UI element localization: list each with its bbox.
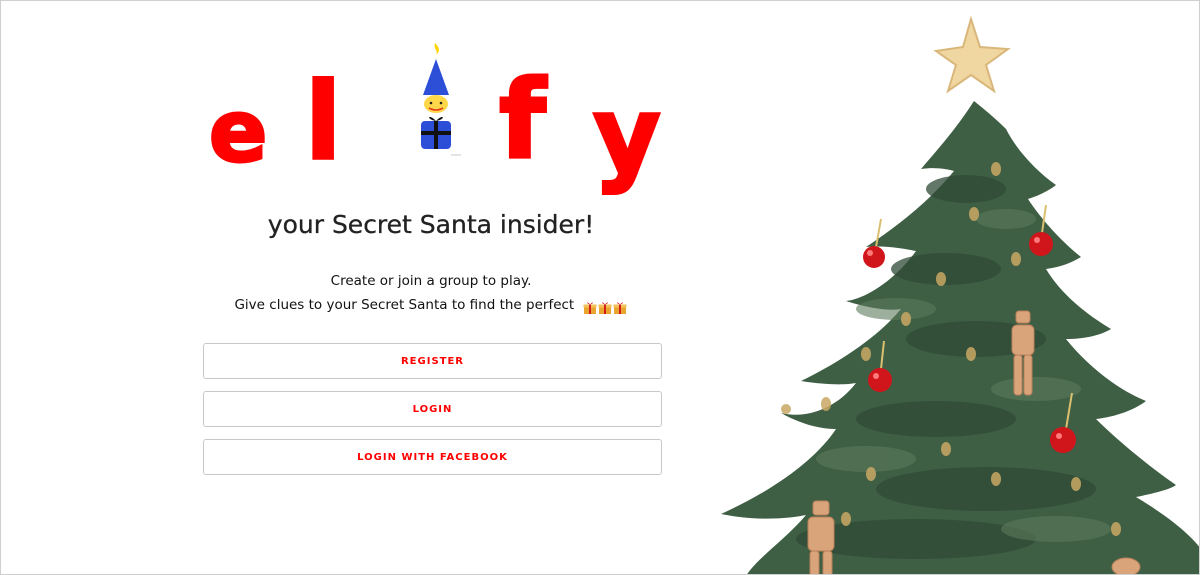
- description-line-1: Create or join a group to play.: [330, 273, 532, 289]
- elf-icon: [421, 43, 461, 156]
- page: e l f y your Secret Santa insider! Creat…: [0, 0, 1200, 575]
- description-line-2-text: Give clues to your Secret Santa to find …: [234, 297, 575, 313]
- logo-letter-y: y: [592, 74, 663, 196]
- login-with-facebook-button[interactable]: LOGIN WITH FACEBOOK: [203, 439, 662, 475]
- elfy-logo: e l f y: [201, 37, 671, 196]
- christmas-tree-illustration: [721, 15, 1199, 574]
- gift-icon: [583, 302, 597, 314]
- logo-letter-l: l: [303, 60, 342, 183]
- gift-emoji-group: [583, 300, 628, 316]
- gift-icon: [613, 302, 627, 314]
- tagline: your Secret Santa insider!: [267, 210, 595, 239]
- description-line-2: Give clues to your Secret Santa to find …: [161, 297, 701, 316]
- login-button[interactable]: LOGIN: [203, 391, 662, 427]
- logo-letter-e: e: [207, 82, 268, 182]
- gift-icon: [598, 302, 612, 314]
- logo-letter-f: f: [498, 58, 548, 183]
- register-button[interactable]: REGISTER: [203, 343, 662, 379]
